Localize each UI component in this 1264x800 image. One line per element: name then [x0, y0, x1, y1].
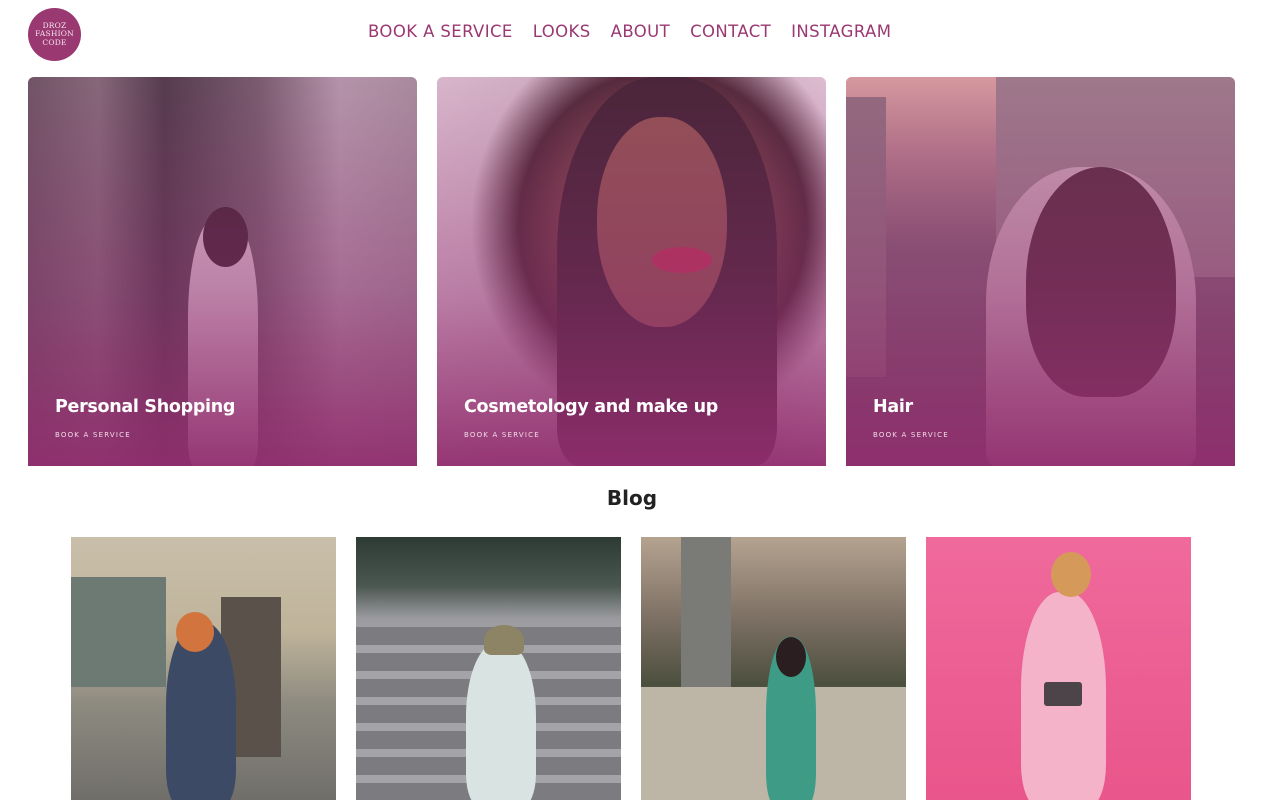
book-service-link[interactable]: BOOK A SERVICE: [55, 431, 131, 439]
service-title: Personal Shopping: [55, 397, 236, 417]
person-head: [176, 612, 214, 652]
service-card-personal-shopping[interactable]: Personal Shopping BOOK A SERVICE: [28, 77, 417, 466]
blog-post-card[interactable]: [926, 537, 1191, 800]
service-title: Hair: [873, 397, 913, 417]
window-panel: [71, 577, 166, 687]
service-title: Cosmetology and make up: [464, 397, 718, 417]
blog-grid: [71, 537, 1191, 800]
column: [681, 537, 731, 687]
blog-post-card[interactable]: [641, 537, 906, 800]
book-service-link[interactable]: BOOK A SERVICE: [464, 431, 540, 439]
page: DROZ FASHION CODE BOOK A SERVICE LOOKS A…: [0, 0, 1264, 800]
main-nav: BOOK A SERVICE LOOKS ABOUT CONTACT INSTA…: [368, 22, 891, 41]
nav-contact[interactable]: CONTACT: [690, 22, 771, 41]
blog-heading: Blog: [606, 486, 658, 510]
service-card-hair[interactable]: Hair BOOK A SERVICE: [846, 77, 1235, 466]
person-head: [1051, 552, 1091, 597]
services-section: Personal Shopping BOOK A SERVICE Cosmeto…: [28, 77, 1235, 466]
nav-instagram[interactable]: INSTAGRAM: [791, 22, 891, 41]
handbag: [1044, 682, 1082, 706]
nav-about[interactable]: ABOUT: [611, 22, 670, 41]
nav-book-a-service[interactable]: BOOK A SERVICE: [368, 22, 513, 41]
nav-looks[interactable]: LOOKS: [533, 22, 591, 41]
person-head: [776, 637, 806, 677]
logo-line-3: CODE: [42, 37, 67, 47]
person-hat: [484, 625, 524, 655]
logo[interactable]: DROZ FASHION CODE: [28, 8, 81, 61]
person-figure: [466, 642, 536, 800]
book-service-link[interactable]: BOOK A SERVICE: [873, 431, 949, 439]
blog-post-card[interactable]: [71, 537, 336, 800]
service-card-cosmetology[interactable]: Cosmetology and make up BOOK A SERVICE: [437, 77, 826, 466]
blog-post-card[interactable]: [356, 537, 621, 800]
